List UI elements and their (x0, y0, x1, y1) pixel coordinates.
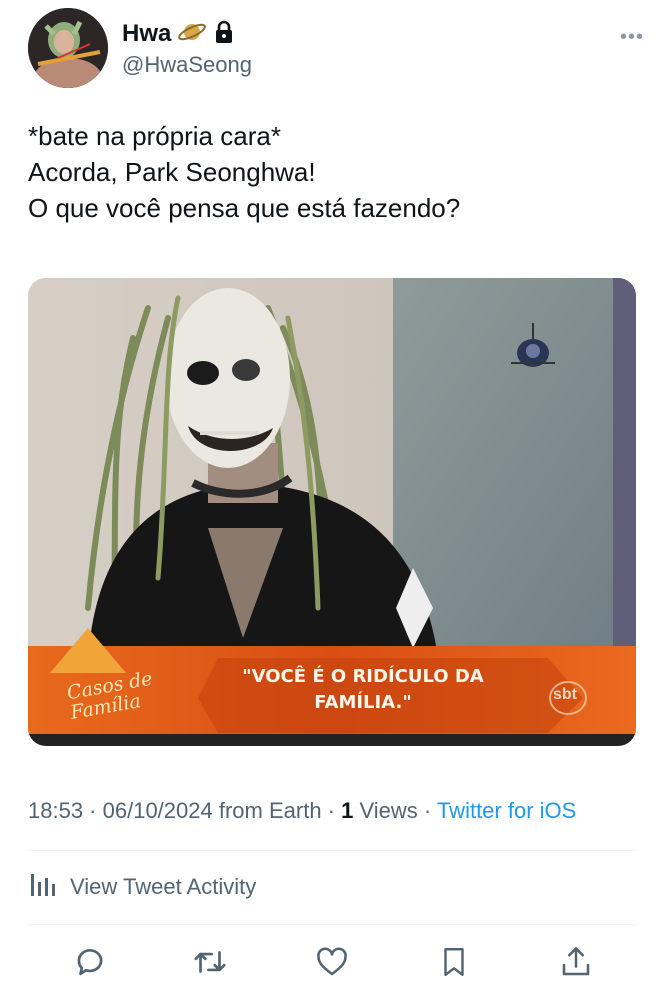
tweet-line: Acorda, Park Seonghwa! (28, 157, 316, 187)
views-label: Views (359, 798, 418, 823)
user-handle[interactable]: @HwaSeong (122, 52, 252, 78)
caption-line-1: "VOCÊ É O RIDÍCULO DA (242, 666, 484, 687)
channel-logo: sbt (553, 686, 577, 703)
saturn-emoji-icon (177, 19, 207, 50)
analytics-bars-icon (28, 870, 58, 904)
tweet-media-image[interactable]: Casos de Família "VOCÊ É O RIDÍCULO DA F… (28, 278, 636, 746)
share-icon[interactable] (554, 940, 598, 984)
more-options-icon[interactable]: ••• (620, 26, 644, 49)
avatar[interactable] (28, 8, 108, 88)
tweet-action-bar (28, 940, 636, 990)
tweet-line: *bate na própria cara* (28, 121, 281, 151)
like-icon[interactable] (310, 940, 354, 984)
divider (28, 924, 636, 925)
tweet-metadata: 18:53 · 06/10/2024 from Earth · 1 Views … (28, 798, 577, 823)
tweet-line: O que você pensa que está fazendo? (28, 193, 461, 223)
bookmark-icon[interactable] (432, 940, 476, 984)
tweet-time[interactable]: 18:53 (28, 798, 83, 823)
views-count: 1 (341, 798, 354, 823)
tweet-location: from Earth (218, 798, 322, 823)
caption-line-2: FAMÍLIA." (314, 692, 412, 713)
user-names: Hwa @HwaSeong (122, 20, 252, 78)
divider (28, 850, 636, 851)
tweet-header: Hwa @HwaSeong ••• (28, 8, 648, 90)
view-tweet-activity-link[interactable]: View Tweet Activity (28, 870, 256, 904)
tweet-source-link[interactable]: Twitter for iOS (437, 798, 576, 823)
tweet-text: *bate na própria cara* Acorda, Park Seon… (28, 118, 638, 226)
view-activity-label: View Tweet Activity (70, 874, 257, 899)
display-name[interactable]: Hwa (122, 20, 171, 48)
display-name-row: Hwa (122, 20, 252, 48)
tweet-date[interactable]: 06/10/2024 (103, 798, 213, 823)
media-caption: "VOCÊ É O RIDÍCULO DA FAMÍLIA." (208, 664, 518, 716)
reply-icon[interactable] (68, 940, 112, 984)
lock-icon (213, 20, 235, 49)
retweet-icon[interactable] (188, 940, 232, 984)
